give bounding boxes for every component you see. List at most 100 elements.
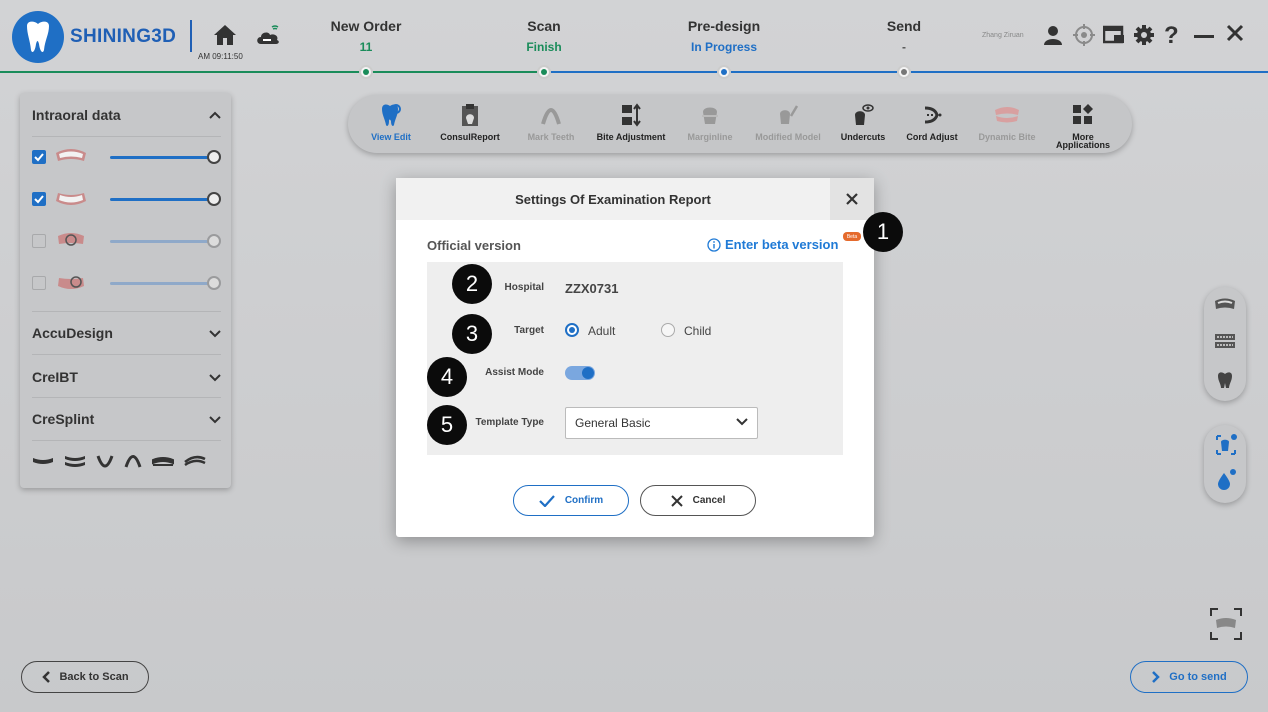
splint-double-icon[interactable] [64,454,86,468]
tooth-view-icon[interactable] [1216,371,1234,389]
undercut-eye-icon [855,104,874,125]
upper-jaw-view-icon[interactable] [1214,297,1236,313]
tool-mark-teeth[interactable]: Mark Teeth [509,103,593,142]
enter-beta-version-link[interactable]: Enter beta version [707,237,838,252]
right-view-panel [1204,287,1246,401]
tool-dynamic-bite[interactable]: Dynamic Bite [965,103,1049,142]
arch-mark-icon [541,108,561,125]
screenshot-window-icon[interactable] [1102,24,1125,51]
layer-row-4 [32,271,222,295]
step-dot-send [897,65,911,79]
splint-flat-icon[interactable] [32,454,54,468]
user-icon[interactable] [1042,24,1064,51]
progress-track-done [0,71,545,73]
help-icon[interactable]: ? [1164,22,1179,50]
opacity-slider-track[interactable] [110,156,214,159]
dialog-close-button[interactable] [830,178,874,220]
template-type-value: General Basic [575,416,651,430]
confirm-button[interactable]: Confirm [513,485,629,516]
tool-label: Dynamic Bite [978,132,1036,142]
cancel-button[interactable]: Cancel [640,485,756,516]
cresplint-header[interactable]: CreSplint [32,411,94,427]
cloud-wifi-icon[interactable] [255,24,281,51]
layer-checkbox[interactable] [32,234,46,248]
target-child-radio[interactable] [661,323,675,337]
layer-checkbox[interactable] [32,276,46,290]
opacity-slider-knob[interactable] [207,150,221,164]
step-status: - [902,40,906,54]
examination-report-settings-dialog: Settings Of Examination Report Official … [396,178,874,537]
tool-label: Bite Adjustment [596,132,666,142]
assist-mode-toggle[interactable] [565,366,595,380]
step-new-order[interactable]: New Order 11 [296,18,436,54]
target-adult-label: Adult [588,324,616,338]
divider [32,354,221,355]
tool-label: Modified Model [755,132,821,142]
home-icon[interactable] [213,24,237,51]
target-adult-radio[interactable] [565,323,579,337]
scan-tooth-icon[interactable] [1215,434,1237,456]
chevron-up-icon[interactable] [209,111,221,119]
official-version-label: Official version [427,238,521,253]
annotation-marker-1: 1 [863,212,903,252]
step-dot-pre-design [717,65,731,79]
layer-checkbox[interactable] [32,192,46,206]
opacity-slider-track[interactable] [110,282,214,285]
tool-marginline[interactable]: Marginline [668,103,752,142]
step-title: Send [886,18,922,34]
hospital-value: ZZX0731 [565,281,619,296]
tooth-search-icon [382,104,401,126]
template-type-select[interactable]: General Basic [565,407,758,439]
step-pre-design[interactable]: Pre-design In Progress [654,18,794,54]
left-panel: Intraoral data AccuDesign CreIBT CreSpli… [20,93,231,488]
tool-modified-model[interactable]: Modified Model [746,103,830,142]
dynamic-bite-icon [995,107,1019,123]
accudesign-header[interactable]: AccuDesign [32,325,113,341]
chevron-down-icon[interactable] [209,330,221,338]
divider [32,311,221,312]
both-jaw-view-icon[interactable] [1214,333,1236,349]
opacity-slider-knob[interactable] [207,192,221,206]
chevron-down-icon[interactable] [209,374,221,382]
tool-bite-adjustment[interactable]: Bite Adjustment [589,103,673,142]
target-crosshair-icon[interactable] [1073,24,1095,51]
bite-lower-teeth-icon [58,276,84,289]
splint-tilt-icon[interactable] [152,454,174,468]
go-to-send-button[interactable]: Go to send [1130,661,1248,693]
chevron-down-icon [736,418,748,426]
back-to-scan-label: Back to Scan [59,671,129,683]
divider [32,397,221,398]
opacity-slider-track[interactable] [110,240,214,243]
close-window-icon[interactable] [1226,24,1244,47]
intraoral-data-header[interactable]: Intraoral data [32,107,121,123]
tool-view-edit[interactable]: View Edit [349,103,433,142]
tool-consul-report[interactable]: ConsulReport [428,103,512,142]
arch-upper-icon[interactable] [124,454,142,468]
opacity-slider-knob[interactable] [207,276,221,290]
crelbt-header[interactable]: CreIBT [32,369,78,385]
water-drop-icon[interactable] [1216,469,1236,491]
top-bar: SHINING3D AM 09:11:50 New Order 11 Scan … [0,0,1268,84]
tool-label: Cord Adjust [906,132,958,142]
step-scan[interactable]: Scan Finish [474,18,614,54]
splint-wedge-icon[interactable] [184,454,206,468]
gear-icon[interactable] [1133,24,1155,51]
close-icon [846,193,858,205]
cancel-label: Cancel [692,495,726,506]
scan-frame-teeth-icon[interactable] [1210,608,1242,640]
opacity-slider-knob[interactable] [207,234,221,248]
chevron-down-icon[interactable] [209,416,221,424]
divider [32,440,221,441]
top-toolbar: View Edit ConsulReport Mark Teeth Bite A… [348,95,1132,153]
lower-jaw-teeth-icon [56,193,86,205]
tool-cord-adjust[interactable]: Cord Adjust [890,103,974,142]
clipboard-report-icon [462,104,478,126]
step-send[interactable]: Send - [834,18,974,54]
back-to-scan-button[interactable]: Back to Scan [21,661,149,693]
tool-label: Marginline [687,132,733,142]
opacity-slider-track[interactable] [110,198,214,201]
minimize-icon[interactable] [1194,35,1214,38]
layer-checkbox[interactable] [32,150,46,164]
tool-more-applications[interactable]: More Applications [1041,103,1125,150]
arch-lower-icon[interactable] [96,454,114,468]
